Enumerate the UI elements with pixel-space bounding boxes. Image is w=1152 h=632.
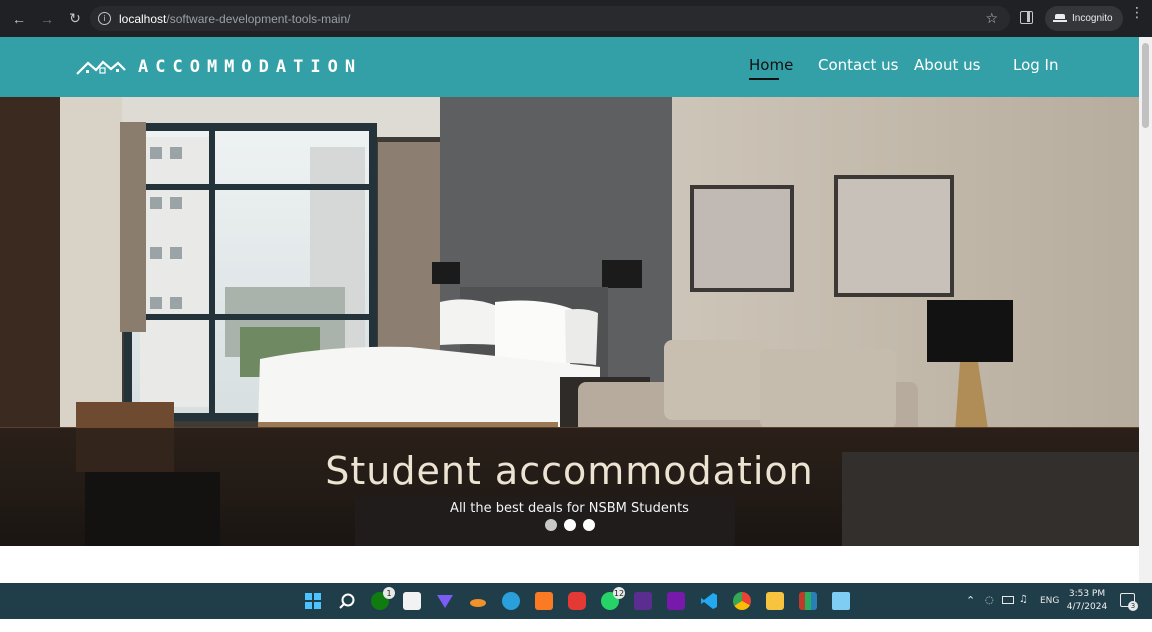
xbox-icon[interactable]: 1: [371, 587, 395, 610]
back-icon[interactable]: ←: [6, 6, 32, 32]
scrollbar-thumb[interactable]: [1142, 43, 1149, 128]
volume-icon[interactable]: ♫: [1019, 594, 1028, 630]
wifi-icon[interactable]: ◌: [985, 595, 994, 631]
reload-icon[interactable]: ↻: [62, 6, 88, 32]
web-page: ACCOMMODATION Home Contact us About us L…: [0, 37, 1139, 583]
whatsapp-icon[interactable]: 12: [601, 587, 625, 610]
hero-subtitle: All the best deals for NSBM Students: [450, 501, 689, 516]
url-text[interactable]: localhost/software-development-tools-mai…: [119, 12, 350, 26]
main-nav: Home Contact us About us Log In: [0, 56, 1139, 80]
clock-time: 3:53 PM: [1068, 589, 1106, 599]
taskbar-clock[interactable]: 3:53 PM 4/7/2024: [1062, 588, 1112, 614]
incognito-icon: [1053, 13, 1067, 24]
carousel-dot-1[interactable]: [545, 519, 557, 531]
file-explorer-icon[interactable]: [766, 592, 784, 610]
search-icon[interactable]: [338, 592, 356, 610]
forward-icon[interactable]: →: [34, 6, 60, 32]
telegram-icon[interactable]: [502, 592, 520, 610]
site-info-icon[interactable]: i: [98, 12, 111, 25]
notepad-icon[interactable]: [832, 592, 850, 610]
nav-contact-us[interactable]: Contact us: [818, 56, 898, 74]
show-hidden-icons-icon[interactable]: ⌃: [966, 594, 975, 630]
cloud-icon[interactable]: [469, 592, 487, 610]
clock-date: 4/7/2024: [1066, 602, 1108, 612]
url-path: /software-development-tools-main/: [166, 11, 351, 26]
language-indicator[interactable]: ENG: [1040, 596, 1059, 632]
page-scrollbar[interactable]: [1139, 37, 1152, 583]
carousel-dot-2[interactable]: [564, 519, 576, 531]
incognito-label: Incognito: [1072, 13, 1113, 24]
visual-studio-icon[interactable]: [634, 592, 652, 610]
nav-home[interactable]: Home: [749, 56, 793, 80]
url-host: localhost: [119, 11, 167, 26]
whatsapp-badge: 12: [613, 587, 625, 599]
incognito-badge[interactable]: Incognito: [1045, 6, 1123, 31]
carousel-indicators: [545, 519, 595, 531]
address-bar[interactable]: i localhost/software-development-tools-m…: [90, 6, 1010, 31]
store-icon[interactable]: [403, 592, 421, 610]
hero-title: Student accommodation: [325, 449, 814, 493]
side-panel-icon[interactable]: [1020, 11, 1033, 24]
hero-carousel[interactable]: Student accommodation All the best deals…: [0, 97, 1139, 546]
app-red-icon[interactable]: [568, 592, 586, 610]
xampp-icon[interactable]: [535, 592, 553, 610]
onenote-icon[interactable]: [667, 592, 685, 610]
battery-icon[interactable]: [1002, 596, 1014, 604]
chrome-icon[interactable]: [733, 592, 751, 610]
nav-log-in[interactable]: Log In: [1013, 56, 1059, 74]
carousel-dot-3[interactable]: [583, 519, 595, 531]
start-icon[interactable]: [304, 592, 322, 610]
nav-about-us[interactable]: About us: [914, 56, 980, 74]
vpn-icon[interactable]: [436, 592, 454, 610]
winrar-icon[interactable]: [799, 592, 817, 610]
browser-menu-icon[interactable]: ⋮: [1130, 5, 1144, 19]
xbox-badge: 1: [383, 587, 395, 599]
bookmark-star-icon[interactable]: ☆: [985, 10, 998, 27]
browser-toolbar: ← → ↻ i localhost/software-development-t…: [0, 0, 1152, 37]
site-header: ACCOMMODATION Home Contact us About us L…: [0, 37, 1139, 97]
vscode-icon[interactable]: [700, 592, 718, 610]
notification-count: 3: [1128, 601, 1138, 611]
windows-taskbar: 1 12 ⌃ ◌ ♫ ENG 3:53 PM 4/7/2024 3: [0, 583, 1152, 619]
